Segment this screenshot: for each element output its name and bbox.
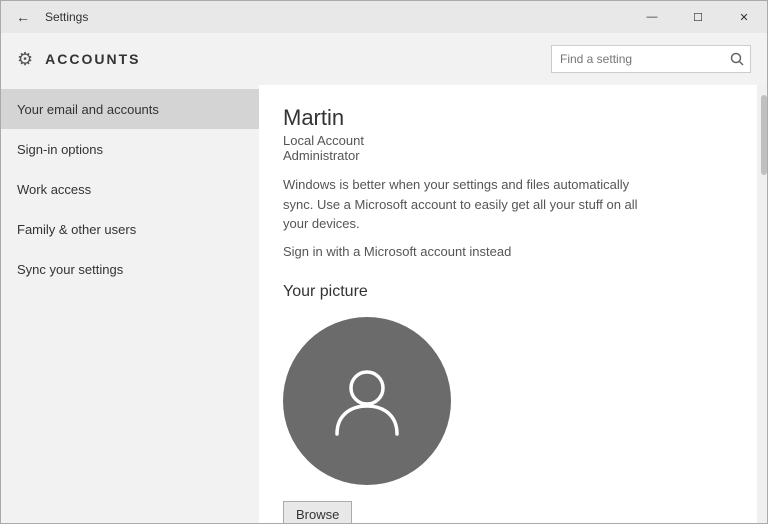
avatar-icon bbox=[322, 356, 412, 446]
your-picture-section: Your picture Browse bbox=[283, 283, 733, 524]
window-title: Settings bbox=[45, 10, 88, 24]
title-bar-left: ← Settings bbox=[9, 3, 88, 31]
minimize-button[interactable]: — bbox=[629, 1, 675, 33]
sidebar-item-sync-settings[interactable]: Sync your settings bbox=[1, 249, 259, 289]
search-input[interactable] bbox=[552, 52, 723, 66]
title-bar: ← Settings — ☐ ✕ bbox=[1, 1, 767, 33]
maximize-button[interactable]: ☐ bbox=[675, 1, 721, 33]
header-bar: ⚙ ACCOUNTS bbox=[1, 33, 767, 85]
back-button[interactable]: ← bbox=[9, 3, 37, 31]
search-box bbox=[551, 45, 751, 73]
user-name: Martin bbox=[283, 105, 733, 131]
scrollbar-thumb bbox=[761, 95, 767, 175]
browse-button[interactable]: Browse bbox=[283, 501, 352, 524]
gear-icon: ⚙ bbox=[17, 49, 33, 70]
app-layout: ⚙ ACCOUNTS Your email and accounts bbox=[1, 33, 767, 523]
sidebar-item-work-access[interactable]: Work access bbox=[1, 169, 259, 209]
your-picture-title: Your picture bbox=[283, 283, 733, 301]
user-account-type: Local Account bbox=[283, 133, 733, 148]
accounts-title: ACCOUNTS bbox=[45, 51, 140, 67]
sign-in-link[interactable]: Sign in with a Microsoft account instead bbox=[283, 244, 511, 259]
sidebar: Your email and accounts Sign-in options … bbox=[1, 85, 259, 523]
sidebar-item-sign-in-options[interactable]: Sign-in options bbox=[1, 129, 259, 169]
settings-window: ← Settings — ☐ ✕ ⚙ ACCOUNTS bbox=[0, 0, 768, 524]
avatar bbox=[283, 317, 451, 485]
search-icon[interactable] bbox=[723, 45, 750, 73]
sync-message: Windows is better when your settings and… bbox=[283, 175, 643, 234]
main-layout: Your email and accounts Sign-in options … bbox=[1, 85, 767, 523]
scrollbar[interactable] bbox=[757, 85, 767, 523]
window-controls: — ☐ ✕ bbox=[629, 1, 767, 33]
sidebar-item-email-accounts[interactable]: Your email and accounts bbox=[1, 89, 259, 129]
main-content: Martin Local Account Administrator Windo… bbox=[259, 85, 757, 523]
sidebar-item-family-other-users[interactable]: Family & other users bbox=[1, 209, 259, 249]
close-button[interactable]: ✕ bbox=[721, 1, 767, 33]
user-role: Administrator bbox=[283, 148, 733, 163]
